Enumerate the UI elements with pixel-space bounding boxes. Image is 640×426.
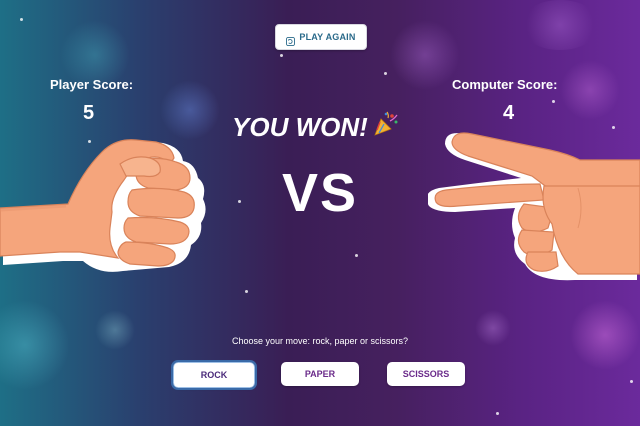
sparkle bbox=[496, 412, 499, 415]
play-again-label: PLAY AGAIN bbox=[299, 32, 356, 42]
player-hand-rock bbox=[0, 128, 210, 298]
sparkle bbox=[280, 54, 283, 57]
scissors-button-label: SCISSORS bbox=[402, 369, 450, 379]
move-prompt: Choose your move: rock, paper or scissor… bbox=[231, 336, 409, 346]
computer-hand-scissors bbox=[426, 128, 640, 293]
party-popper-icon bbox=[372, 110, 400, 145]
scissors-button[interactable]: SCISSORS bbox=[387, 362, 465, 386]
rock-button-label: ROCK bbox=[200, 370, 228, 380]
vs-text: VS bbox=[282, 163, 359, 223]
sparkle bbox=[355, 254, 358, 257]
computer-score-value: 4 bbox=[503, 102, 515, 124]
result-banner: YOU WON! bbox=[232, 110, 400, 145]
paper-button-label: PAPER bbox=[304, 369, 336, 379]
sparkle bbox=[552, 100, 555, 103]
bokeh-circle bbox=[390, 20, 460, 90]
play-again-button[interactable]: PLAY AGAIN bbox=[275, 24, 367, 50]
result-text: YOU WON! bbox=[232, 112, 368, 142]
player-score-label: Player Score: bbox=[50, 77, 134, 92]
bokeh-circle bbox=[520, 0, 600, 50]
paper-button[interactable]: PAPER bbox=[281, 362, 359, 386]
sparkle bbox=[384, 72, 387, 75]
sparkle bbox=[238, 200, 241, 203]
player-score-value: 5 bbox=[83, 102, 95, 124]
replay-icon bbox=[286, 33, 296, 46]
sparkle bbox=[630, 380, 633, 383]
rock-button[interactable]: ROCK bbox=[171, 360, 257, 390]
computer-score-label: Computer Score: bbox=[452, 77, 558, 92]
bokeh-circle bbox=[570, 300, 640, 370]
sparkle bbox=[20, 18, 23, 21]
sparkle bbox=[245, 290, 248, 293]
bokeh-circle bbox=[560, 60, 620, 120]
